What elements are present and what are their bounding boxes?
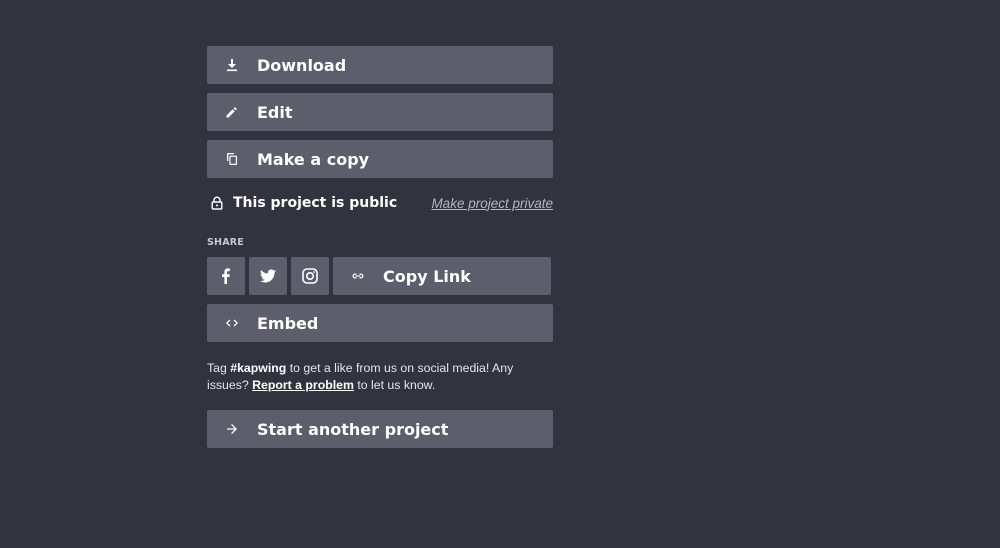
- edit-label: Edit: [257, 102, 293, 122]
- copy-link-label: Copy Link: [383, 266, 471, 286]
- edit-icon: [207, 105, 257, 119]
- facebook-icon: [217, 267, 235, 285]
- download-icon: [207, 58, 257, 72]
- report-problem-link[interactable]: Report a problem: [252, 378, 354, 392]
- embed-button[interactable]: Embed: [207, 304, 553, 342]
- edit-button[interactable]: Edit: [207, 93, 553, 131]
- export-panel: Download Edit Make a copy This project i…: [207, 46, 553, 448]
- lock-icon: [211, 196, 231, 210]
- embed-label: Embed: [257, 313, 319, 333]
- tag-prefix: Tag: [207, 361, 231, 375]
- twitter-icon: [259, 267, 277, 285]
- share-heading: SHARE: [207, 237, 244, 248]
- make-private-link[interactable]: Make project private: [431, 196, 553, 211]
- instagram-icon: [301, 267, 319, 285]
- make-copy-label: Make a copy: [257, 149, 370, 169]
- copy-link-button[interactable]: Copy Link: [333, 257, 551, 295]
- social-tag-text: Tag #kapwing to get a like from us on so…: [207, 360, 553, 394]
- facebook-share-button[interactable]: [207, 257, 245, 295]
- make-copy-button[interactable]: Make a copy: [207, 140, 553, 178]
- instagram-share-button[interactable]: [291, 257, 329, 295]
- share-row: Copy Link: [207, 257, 553, 295]
- copy-icon: [207, 152, 257, 166]
- privacy-status: This project is public: [233, 195, 398, 211]
- start-another-project-label: Start another project: [257, 419, 449, 439]
- arrow-right-icon: [207, 422, 257, 436]
- tag-suffix: to let us know.: [353, 378, 436, 392]
- start-another-project-button[interactable]: Start another project: [207, 410, 553, 448]
- embed-icon: [207, 316, 257, 330]
- download-label: Download: [257, 55, 347, 75]
- hashtag: #kapwing: [230, 361, 287, 375]
- privacy-row: This project is public Make project priv…: [207, 191, 553, 215]
- twitter-share-button[interactable]: [249, 257, 287, 295]
- link-icon: [333, 269, 383, 283]
- download-button[interactable]: Download: [207, 46, 553, 84]
